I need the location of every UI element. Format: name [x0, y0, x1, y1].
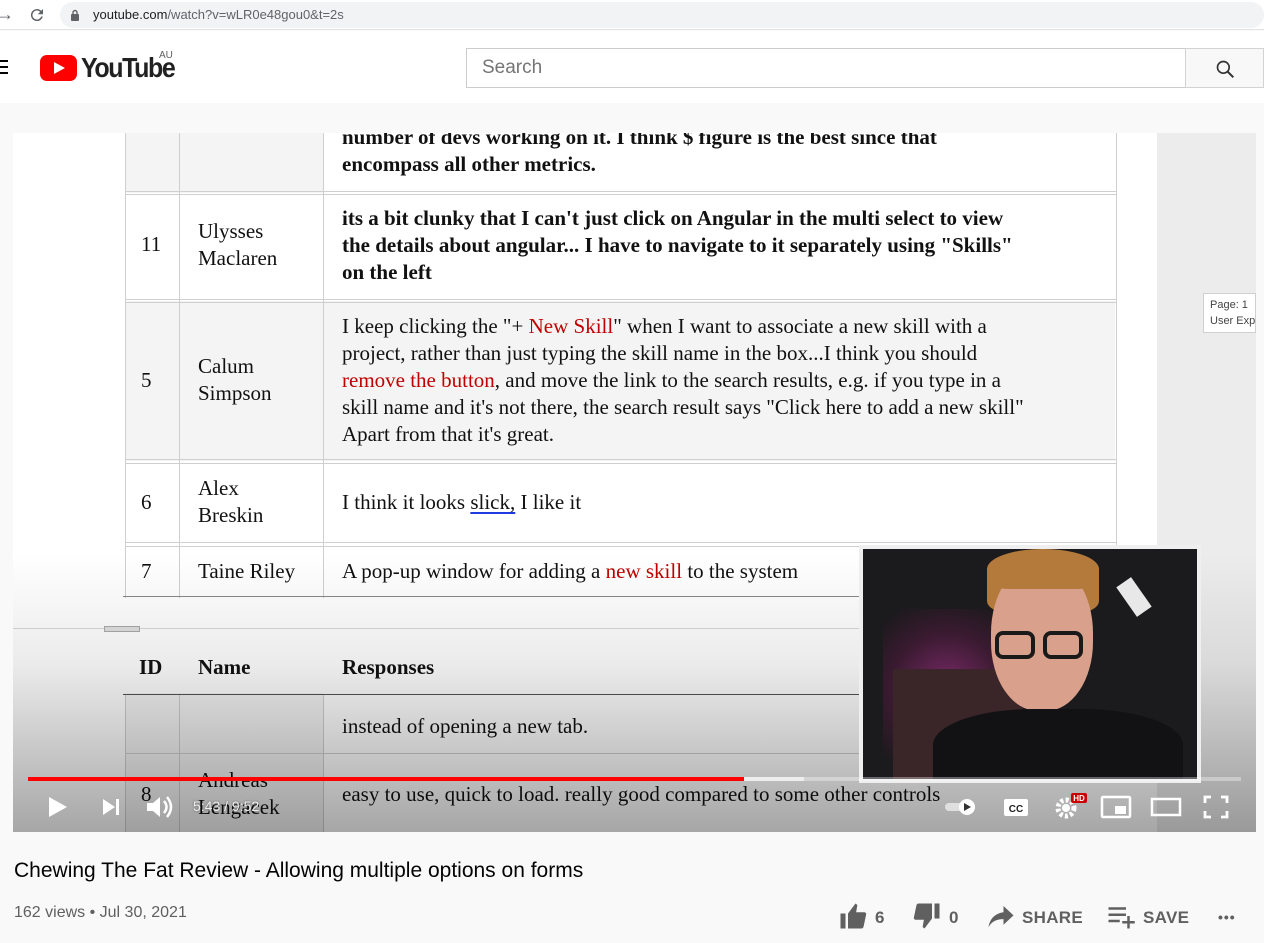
table-header-id: ID: [139, 655, 163, 679]
playlist-add-icon: [1108, 907, 1135, 929]
table-header-responses: Responses: [342, 655, 435, 679]
reload-icon[interactable]: [28, 6, 46, 24]
lock-icon: [71, 9, 79, 21]
address-bar[interactable]: youtube.com/watch?v=wLR0e48gou0&t=2s: [60, 2, 1264, 28]
svg-text:CC: CC: [1009, 804, 1023, 815]
table-header-name: Name: [198, 655, 251, 679]
url-text: youtube.com/watch?v=wLR0e48gou0&t=2s: [93, 7, 344, 22]
share-button[interactable]: SHARE: [986, 901, 1086, 931]
hd-badge: HD: [1073, 794, 1085, 803]
youtube-play-icon: [40, 55, 77, 81]
row-name: Ulysses Maclaren: [198, 219, 278, 270]
share-icon: [988, 906, 1014, 928]
like-button[interactable]: 6: [838, 901, 888, 931]
more-icon: •••: [1218, 909, 1236, 925]
search-input[interactable]: [467, 49, 1186, 87]
play-icon[interactable]: [43, 789, 71, 825]
upload-date: Jul 30, 2021: [99, 904, 187, 921]
thumbs-up-icon: [840, 903, 867, 929]
settings-icon[interactable]: HD: [1052, 789, 1088, 825]
doc-text-line: encompass all other metrics.: [342, 152, 596, 176]
row-response: easy to use, quick to load. really good …: [342, 782, 941, 806]
row-response: instead of opening a new tab.: [342, 714, 589, 738]
save-button[interactable]: SAVE: [1106, 901, 1196, 931]
row-name: Alex Breskin: [198, 476, 264, 527]
row-name: Taine Riley: [198, 559, 296, 583]
row-id: 5: [141, 368, 152, 392]
page-tooltip: Page: 1 User Exp: [1203, 293, 1256, 333]
row-response: I keep clicking the "+ New Skill" when I…: [342, 314, 1024, 446]
video-title: Chewing The Fat Review - Allowing multip…: [14, 859, 584, 882]
progress-played: [28, 777, 744, 781]
autoplay-toggle-icon[interactable]: [943, 789, 983, 825]
webcam-overlay: [859, 545, 1201, 783]
forward-icon[interactable]: →: [0, 4, 14, 25]
row-id: 7: [141, 559, 152, 583]
theater-mode-icon[interactable]: [1150, 789, 1182, 825]
row-id: 6: [141, 490, 152, 514]
miniplayer-icon[interactable]: [1100, 789, 1132, 825]
video-player[interactable]: number of devs working on it. I think $ …: [13, 133, 1256, 832]
search-button[interactable]: [1185, 48, 1264, 88]
view-count: 162 views: [14, 904, 86, 921]
region-label: AU: [159, 50, 173, 61]
fullscreen-icon[interactable]: [1201, 789, 1231, 825]
next-icon[interactable]: [99, 789, 125, 825]
row-name: Calum Simpson: [198, 354, 272, 405]
search-icon: [1216, 60, 1235, 79]
video-meta: 162 views • Jul 30, 2021: [14, 904, 187, 921]
menu-icon[interactable]: [0, 60, 8, 74]
volume-icon[interactable]: [144, 789, 176, 825]
row-response: I think it looks slick, I like it: [342, 490, 582, 514]
progress-bar[interactable]: [28, 777, 1241, 781]
youtube-header: YouTube AU: [0, 31, 1264, 103]
thumbs-down-icon: [913, 903, 940, 929]
row-id: 11: [141, 232, 162, 256]
row-response: its a bit clunky that I can't just click…: [342, 206, 1013, 284]
time-display: 5:43 / 9:52: [193, 798, 260, 814]
more-actions-button[interactable]: •••: [1218, 901, 1248, 931]
dislike-button[interactable]: 0: [912, 901, 962, 931]
captions-icon[interactable]: CC: [1002, 789, 1030, 825]
browser-toolbar: → youtube.com/watch?v=wLR0e48gou0&t=2s: [0, 0, 1264, 30]
doc-text-line: number of devs working on it. I think $ …: [342, 133, 937, 149]
row-response: A pop-up window for adding a new skill t…: [342, 559, 799, 583]
search-box: [466, 48, 1186, 88]
